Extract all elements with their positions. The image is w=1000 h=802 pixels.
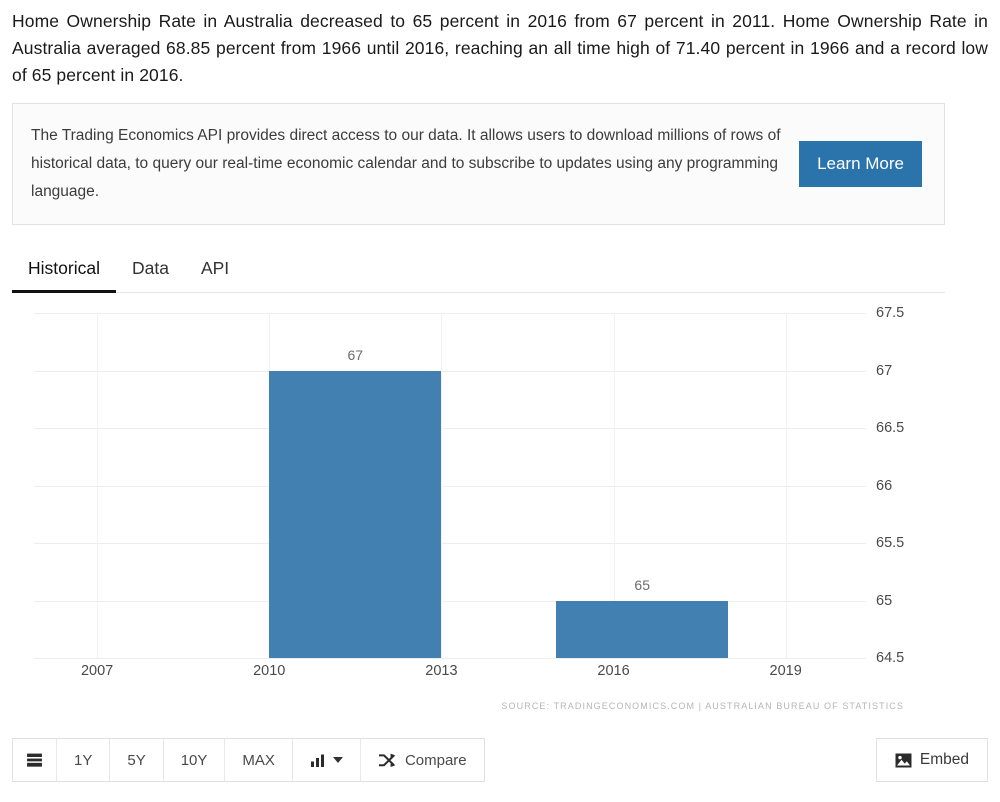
compare-button[interactable]: Compare bbox=[360, 739, 484, 781]
y-axis-tick-label: 67 bbox=[876, 362, 893, 379]
bar-value-label: 67 bbox=[347, 346, 364, 363]
tab-bar: Historical Data API bbox=[12, 247, 945, 293]
x-axis-tick-label: 2007 bbox=[80, 663, 114, 679]
gridline-horizontal bbox=[34, 543, 866, 544]
embed-label: Embed bbox=[919, 751, 969, 768]
chart-footer: 1Y 5Y 10Y MAX Compare Embed bbox=[0, 733, 1000, 802]
range-10y-button[interactable]: 10Y bbox=[163, 739, 226, 781]
embed-button[interactable]: Embed bbox=[875, 738, 988, 782]
tab-data[interactable]: Data bbox=[116, 258, 185, 293]
y-axis-tick-label: 66 bbox=[876, 477, 893, 494]
y-axis-tick-label: 66.5 bbox=[876, 420, 905, 436]
tab-api[interactable]: API bbox=[185, 258, 245, 293]
api-promo-text: The Trading Economics API provides direc… bbox=[31, 127, 781, 200]
y-axis-tick-label: 64.5 bbox=[876, 650, 905, 666]
gridline-horizontal bbox=[34, 600, 866, 602]
gridline-horizontal bbox=[34, 428, 866, 429]
learn-more-button[interactable]: Learn More bbox=[799, 141, 922, 187]
api-promo-box: The Trading Economics API provides direc… bbox=[12, 103, 945, 225]
chart-type-dropdown[interactable] bbox=[292, 739, 361, 781]
gridline-vertical bbox=[97, 313, 99, 658]
gridline-vertical bbox=[441, 313, 443, 658]
y-axis-tick-label: 65.5 bbox=[876, 535, 905, 551]
bar-2011[interactable] bbox=[269, 370, 442, 658]
range-5y-button[interactable]: 5Y bbox=[110, 739, 164, 781]
y-axis-tick-label: 65 bbox=[876, 592, 893, 609]
calendar-button[interactable] bbox=[13, 739, 57, 781]
gridline-horizontal bbox=[34, 485, 866, 487]
x-axis-tick-label: 2010 bbox=[253, 663, 286, 679]
x-axis-tick-label: 2019 bbox=[769, 663, 802, 679]
calendar-icon bbox=[26, 752, 43, 769]
gridline-horizontal bbox=[34, 658, 866, 659]
plot-region: 67 65 bbox=[34, 313, 866, 659]
gridline-horizontal bbox=[34, 313, 866, 314]
x-axis-tick-label: 2013 bbox=[425, 663, 458, 679]
y-axis-tick-label: 67.5 bbox=[876, 305, 905, 321]
compare-label: Compare bbox=[404, 751, 467, 769]
tab-historical[interactable]: Historical bbox=[12, 258, 116, 293]
image-icon bbox=[895, 753, 912, 768]
chart-source-note: SOURCE: TRADINGECONOMICS.COM | AUSTRALIA… bbox=[501, 701, 904, 711]
shuffle-icon bbox=[378, 753, 396, 768]
bar-2016[interactable] bbox=[556, 600, 729, 658]
gridline-horizontal bbox=[34, 370, 866, 372]
bar-chart-icon bbox=[310, 753, 326, 768]
summary-paragraph: Home Ownership Rate in Australia decreas… bbox=[12, 11, 988, 85]
chevron-down-icon bbox=[332, 757, 343, 763]
range-1y-button[interactable]: 1Y bbox=[57, 739, 111, 781]
gridline-vertical bbox=[785, 313, 787, 658]
range-max-button[interactable]: MAX bbox=[225, 739, 293, 781]
x-axis-tick-label: 2016 bbox=[597, 663, 630, 679]
chart-toolbar: 1Y 5Y 10Y MAX Compare bbox=[12, 738, 485, 782]
bar-value-label: 65 bbox=[634, 576, 651, 593]
chart-area: 67 65 67.5 67 66.5 66 65.5 65 64.5 2007 2010 2013 2… bbox=[0, 293, 1000, 733]
